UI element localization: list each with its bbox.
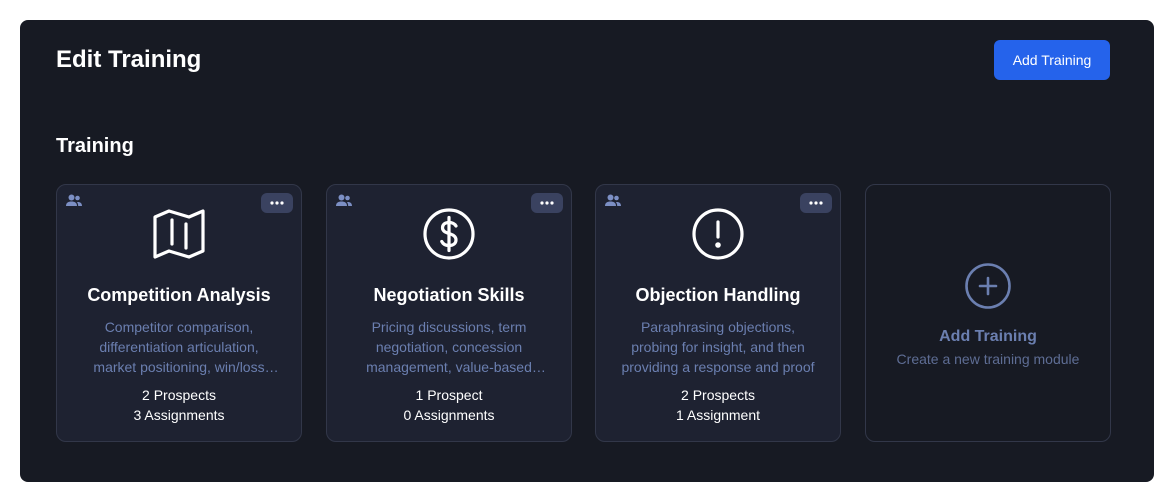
dollar-circle-icon — [423, 208, 475, 260]
card-title: Objection Handling — [635, 285, 801, 305]
map-icon — [153, 209, 205, 259]
ellipsis-icon — [809, 201, 823, 205]
training-card-objection-handling[interactable]: Objection Handling Paraphrasing objectio… — [595, 184, 841, 442]
alert-circle-icon — [692, 208, 744, 260]
ellipsis-icon — [270, 201, 284, 205]
assignments-count: 3 Assignments — [133, 407, 225, 423]
card-title: Competition Analysis — [87, 285, 271, 305]
prospects-count: 2 Prospects — [142, 387, 216, 403]
card-description: Competitor comparison, differentiation a… — [93, 319, 265, 375]
edit-training-panel: Edit Training Add Training Training Comp… — [20, 20, 1154, 482]
ellipsis-icon — [540, 201, 554, 205]
prospects-count: 2 Prospects — [681, 387, 755, 403]
more-options-button[interactable] — [261, 193, 293, 213]
assignments-count: 0 Assignments — [403, 407, 495, 423]
card-description: Paraphrasing objections, probing for ins… — [621, 319, 815, 375]
add-training-card-subtitle: Create a new training module — [896, 351, 1080, 367]
assignments-count: 1 Assignment — [675, 407, 761, 423]
users-icon — [605, 194, 621, 206]
more-options-button[interactable] — [800, 193, 832, 213]
users-icon — [66, 194, 82, 206]
add-training-card[interactable]: Add Training Create a new training modul… — [865, 184, 1111, 442]
add-training-button[interactable]: Add Training — [994, 40, 1110, 80]
more-options-button[interactable] — [531, 193, 563, 213]
section-title: Training — [56, 135, 134, 157]
training-card-competition-analysis[interactable]: Competition Analysis Competitor comparis… — [56, 184, 302, 442]
training-card-negotiation-skills[interactable]: Negotiation Skills Pricing discussions, … — [326, 184, 572, 442]
page-title: Edit Training — [56, 46, 202, 73]
users-icon — [336, 194, 352, 206]
add-training-card-title: Add Training — [939, 328, 1037, 345]
plus-circle-icon — [965, 263, 1011, 309]
prospects-count: 1 Prospect — [415, 387, 483, 403]
card-title: Negotiation Skills — [373, 285, 525, 305]
card-description: Pricing discussions, term negotiation, c… — [366, 319, 532, 375]
